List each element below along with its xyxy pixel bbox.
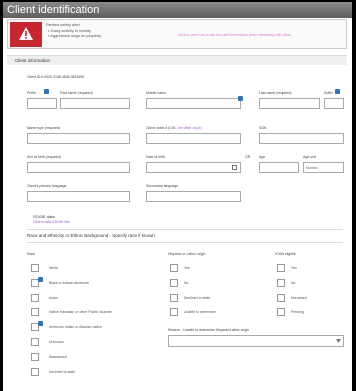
dob-label: Date of birth: [146, 155, 166, 159]
secondary-language-select[interactable]: [146, 191, 241, 202]
icwa-option-not-asked: Not asked: [291, 296, 307, 300]
prefix-field[interactable]: [27, 98, 57, 109]
race-checkbox-pacific[interactable]: [31, 308, 39, 316]
client-id: Client ID # 0000 0158 4836 0823450: [27, 75, 85, 79]
race-checkbox-declined[interactable]: [31, 368, 39, 376]
chevron-down-icon: [336, 339, 341, 343]
race-option-pacific: Native Hawaiian or other Pacific Islande…: [49, 310, 113, 314]
race-black-selected-icon: [38, 277, 43, 282]
race-checkbox-abandoned[interactable]: [31, 353, 39, 361]
ssn-label: SSN: [259, 126, 267, 130]
race-option-american-indian: American Indian or Alaskan native: [49, 325, 102, 329]
race-option-asian: Asian: [49, 296, 58, 300]
window-title: Client identification: [3, 2, 352, 18]
hispanic-option-unable: Unable to determine: [184, 310, 216, 314]
race-divider: [27, 229, 343, 230]
icwa-option-pending: Pending: [291, 310, 304, 314]
last-name-field[interactable]: [259, 98, 320, 109]
last-name-label: Last name (required): [259, 91, 292, 95]
hispanic-option-declined: Declined to state: [184, 296, 211, 300]
race-option-unknown: Unknown: [49, 340, 64, 344]
age-unit-label: Age unit: [303, 155, 316, 159]
client-info-header: Client information: [7, 55, 347, 65]
hispanic-checkbox-no[interactable]: [170, 279, 178, 287]
alert-title: Review safety alert: [46, 22, 80, 27]
race-checkbox-unknown[interactable]: [31, 338, 39, 346]
race-option-black: Black or African American: [49, 281, 89, 285]
race-checkbox-white[interactable]: [31, 264, 39, 272]
middle-name-field[interactable]: [146, 98, 241, 109]
suffix-info-icon[interactable]: [335, 89, 340, 94]
middle-name-label: Middle name: [146, 91, 167, 95]
icwa-checkbox-yes[interactable]: [277, 264, 285, 272]
race-option-abandoned: Abandoned: [49, 355, 67, 359]
client-identification-window: Client identification Review safety aler…: [3, 2, 352, 391]
first-name-field[interactable]: [60, 98, 130, 109]
icwa-label: ICWA eligible: [275, 252, 296, 256]
hispanic-label: Hispanic or Latino origin: [168, 252, 206, 256]
middle-name-info-icon[interactable]: [238, 96, 243, 101]
age-label: Age: [259, 155, 266, 159]
race-header: Race and ethnicity or Ethnic Background …: [27, 233, 155, 238]
age-field[interactable]: [259, 162, 299, 173]
prefix-info-icon[interactable]: [44, 89, 49, 94]
hispanic-option-yes: Yes: [184, 266, 190, 270]
age-unit-select[interactable]: Months: [303, 162, 344, 173]
sogie-title: SOGIE data: [33, 214, 55, 219]
client-index-field[interactable]: [146, 133, 241, 144]
suffix-field[interactable]: [324, 98, 344, 109]
dob-or-label: OR: [245, 155, 251, 159]
client-index-text: Client index # (CIN -: [146, 126, 178, 130]
alert-badge: [10, 22, 42, 47]
name-type-select[interactable]: [27, 133, 130, 144]
alert-line-2: • Aggressive dogs on property: [48, 33, 102, 38]
icwa-checkbox-pending[interactable]: [277, 308, 285, 316]
safety-alert: Review safety alert • Gang activity in v…: [7, 19, 347, 49]
icwa-checkbox-not-asked[interactable]: [277, 294, 285, 302]
calendar-icon[interactable]: [232, 165, 237, 170]
hispanic-option-no: No: [184, 281, 189, 285]
race-divider-2: [27, 242, 343, 243]
race-option-declined: Declined to state: [49, 370, 76, 374]
age-unit-value: Months: [306, 166, 318, 170]
alert-info-link[interactable]: Click to view how to use this alert info…: [178, 33, 291, 37]
hispanic-checkbox-unable[interactable]: [170, 308, 178, 316]
suffix-label: Suffix: [324, 91, 333, 95]
prefix-label: Prefix: [27, 91, 36, 95]
warning-icon: [19, 27, 33, 40]
sogie-link[interactable]: Click to add SOGIE info: [33, 220, 70, 224]
primary-language-label: Client's primary language: [27, 184, 67, 188]
sex-at-birth-label: Sex at birth (required): [27, 155, 61, 159]
ssn-field[interactable]: [259, 133, 344, 144]
reason-select[interactable]: [168, 335, 344, 347]
sex-at-birth-select[interactable]: [27, 162, 130, 173]
icwa-checkbox-no[interactable]: [277, 279, 285, 287]
dob-field[interactable]: [146, 162, 241, 173]
reason-label: Reason - Unable to determine Hispanic/La…: [168, 328, 250, 332]
first-name-label: First name (required): [60, 91, 93, 95]
icwa-option-yes: Yes: [291, 266, 297, 270]
name-type-label: Name type (required): [27, 126, 61, 130]
race-checkbox-asian[interactable]: [31, 294, 39, 302]
client-index-link[interactable]: for other org #): [179, 126, 202, 130]
icwa-option-no: No: [291, 281, 296, 285]
hispanic-checkbox-declined[interactable]: [170, 294, 178, 302]
hispanic-checkbox-yes[interactable]: [170, 264, 178, 272]
client-index-label: Client index # (CIN - for other org #): [146, 126, 202, 130]
primary-language-select[interactable]: [27, 191, 130, 202]
secondary-language-label: Secondary language: [146, 184, 179, 188]
race-option-white: White: [49, 266, 58, 270]
race-american-indian-selected-icon: [38, 321, 43, 326]
race-label: Race: [27, 252, 36, 256]
